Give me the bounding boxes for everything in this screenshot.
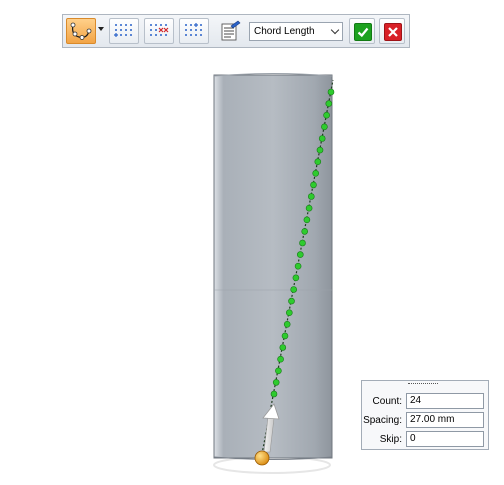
- check-icon: [357, 27, 369, 38]
- spacing-input[interactable]: 27.00 mm: [406, 412, 484, 428]
- panel-drag-handle[interactable]: [408, 383, 438, 387]
- pattern-dot: [312, 170, 320, 177]
- pattern-dot: [281, 332, 289, 340]
- pattern-dot: [275, 367, 282, 375]
- add-instances-button[interactable]: [179, 18, 209, 44]
- pattern-dot: [288, 297, 295, 305]
- pattern-dot: [307, 193, 315, 200]
- pattern-dot: [277, 355, 284, 363]
- table-sheet-button[interactable]: [215, 18, 243, 44]
- pattern-dot: [283, 320, 291, 328]
- spacing-mode-select[interactable]: Chord Length: [249, 22, 343, 41]
- path-curve-icon: [70, 22, 92, 40]
- dot-grid-remove-icon: [150, 24, 169, 36]
- fill-grid-button[interactable]: [109, 18, 139, 44]
- sheet-edit-icon: [221, 20, 241, 41]
- skip-input[interactable]: 0: [406, 431, 484, 447]
- count-label: Count:: [372, 396, 402, 407]
- count-row: Count: 24: [362, 393, 490, 411]
- x-icon: [388, 27, 398, 37]
- origin-handle: [254, 450, 270, 466]
- chevron-down-icon: [330, 25, 340, 35]
- pattern-dot: [292, 274, 300, 282]
- dot-grid-icon: [114, 24, 132, 37]
- count-input[interactable]: 24: [406, 393, 484, 409]
- pattern-dot: [314, 158, 322, 165]
- pattern-dot: [279, 344, 287, 351]
- pattern-dot: [290, 286, 298, 293]
- pattern-dot: [270, 390, 278, 398]
- pattern-dot: [301, 228, 309, 235]
- pattern-dot: [310, 181, 317, 189]
- spacing-row: Spacing: 27.00 mm: [362, 412, 490, 430]
- pattern-dot: [294, 262, 302, 270]
- pattern-dot: [299, 239, 306, 247]
- pattern-dot: [321, 123, 328, 131]
- cylinder-body: [213, 74, 333, 459]
- chevron-down-icon[interactable]: [98, 27, 104, 31]
- pattern-parameters-panel: Count: 24 Spacing: 27.00 mm Skip: 0: [361, 380, 489, 450]
- cancel-button[interactable]: [379, 18, 405, 44]
- remove-instances-button[interactable]: [144, 18, 174, 44]
- pattern-dot: [327, 88, 335, 96]
- pattern-toolbar: Chord Length: [62, 14, 410, 48]
- path-pattern-button[interactable]: [66, 18, 96, 44]
- spacing-label: Spacing:: [363, 415, 402, 426]
- pattern-dot: [305, 204, 313, 212]
- pattern-dot: [303, 216, 311, 224]
- skip-label: Skip:: [379, 434, 402, 445]
- pattern-dot: [272, 379, 280, 386]
- pattern-dot: [296, 251, 304, 258]
- skip-row: Skip: 0: [362, 431, 490, 449]
- pattern-dot: [316, 146, 324, 154]
- pattern-dot: [318, 135, 326, 142]
- pattern-dot: [285, 309, 293, 317]
- accept-button[interactable]: [349, 18, 375, 44]
- dot-grid-add-icon: [185, 23, 202, 36]
- spacing-mode-value: Chord Length: [254, 26, 315, 37]
- pattern-dot: [325, 100, 333, 107]
- pattern-dot: [323, 111, 330, 119]
